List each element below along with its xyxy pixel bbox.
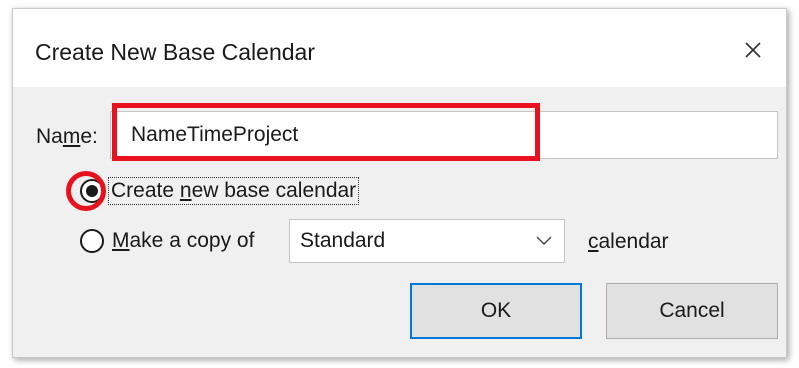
- create-base-calendar-dialog: Create New Base Calendar Name: Create ne…: [12, 8, 787, 358]
- make-copy-radio[interactable]: [80, 229, 104, 253]
- cancel-button[interactable]: Cancel: [606, 283, 778, 339]
- copy-source-value: Standard: [300, 229, 386, 252]
- close-icon: [745, 42, 761, 58]
- create-new-label: Create new base calendar: [108, 177, 360, 205]
- make-copy-label: Make a copy of: [112, 229, 255, 252]
- create-new-option[interactable]: Create new base calendar: [80, 177, 360, 205]
- copy-source-select[interactable]: Standard: [289, 219, 565, 263]
- ok-button[interactable]: OK: [410, 283, 582, 339]
- chevron-down-icon: [536, 236, 552, 245]
- dialog-title: Create New Base Calendar: [35, 39, 315, 65]
- create-new-radio[interactable]: [80, 179, 104, 203]
- name-label: Name:: [36, 125, 98, 148]
- calendar-suffix-label: calendar: [588, 230, 669, 253]
- dialog-titlebar: Create New Base Calendar: [13, 9, 786, 87]
- close-button[interactable]: [736, 33, 770, 67]
- name-input[interactable]: [110, 111, 778, 159]
- make-copy-option[interactable]: Make a copy of: [80, 229, 254, 253]
- dialog-body: Name: Create new base calendar Make a co…: [13, 87, 786, 357]
